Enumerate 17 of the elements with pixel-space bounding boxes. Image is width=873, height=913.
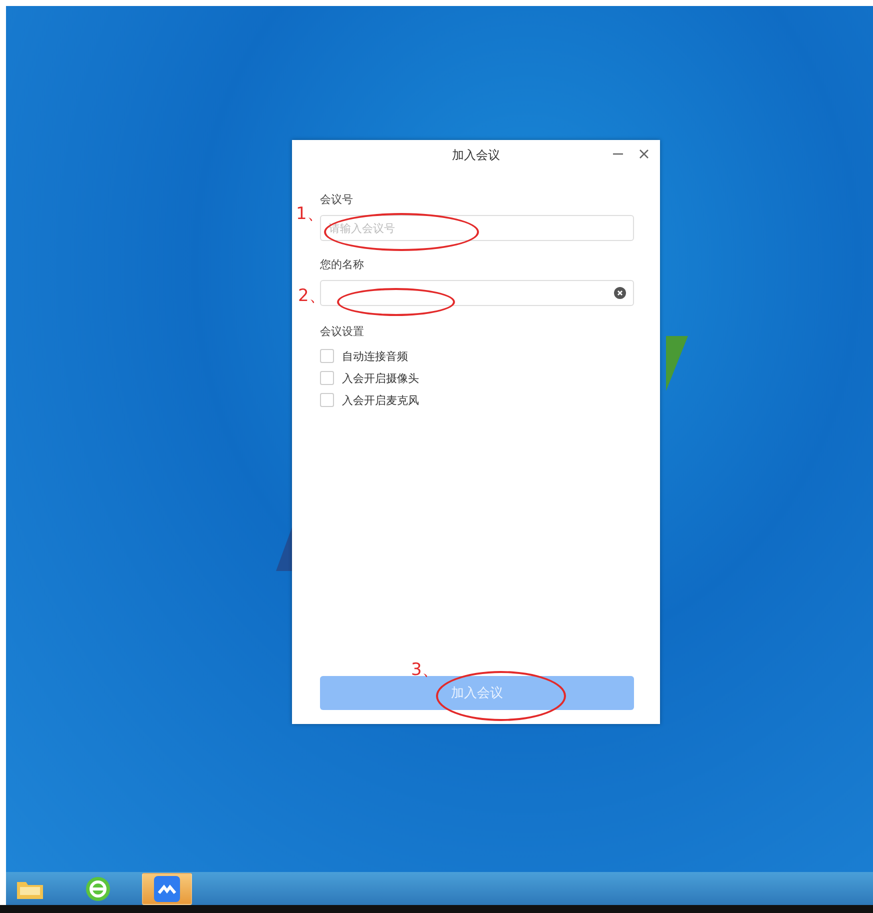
checkbox-label: 入会开启麦克风: [342, 392, 419, 408]
field-label: 您的名称: [320, 257, 365, 272]
window-title: 加入会议: [452, 146, 500, 164]
input-field[interactable]: [320, 280, 634, 306]
checkbox[interactable]: [320, 371, 334, 385]
checkbox-label: 自动连接音频: [342, 348, 408, 364]
checkbox[interactable]: [320, 393, 334, 407]
checkbox[interactable]: [320, 349, 334, 363]
field-label: 会议号: [320, 192, 354, 207]
app-icon: [154, 876, 180, 902]
checkbox-label: 入会开启摄像头: [342, 370, 419, 386]
browser-icon: [85, 876, 111, 902]
close-icon[interactable]: [638, 148, 650, 160]
annotation-number: 2、: [298, 285, 326, 307]
taskbar-button[interactable]: [142, 872, 192, 904]
clear-icon[interactable]: [614, 287, 626, 299]
section-title: 会议设置: [320, 324, 365, 339]
